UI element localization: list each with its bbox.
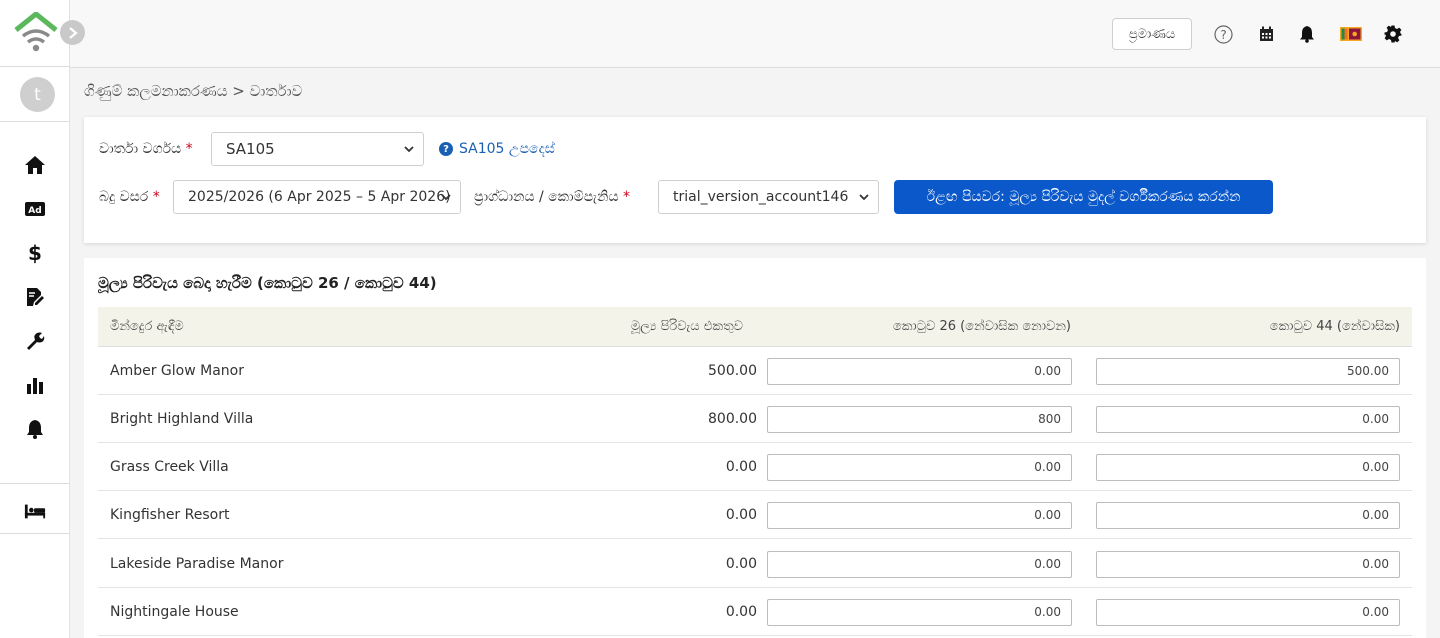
help-icon[interactable]: ?: [1213, 24, 1233, 44]
box26-input[interactable]: 0.00: [767, 358, 1072, 385]
tax-year-label-text: බදු වසර: [99, 189, 149, 205]
bell-icon[interactable]: [1297, 24, 1317, 44]
sidebar-divider: [0, 533, 70, 534]
sidebar-divider: [0, 483, 70, 484]
column-header-total: මූල්‍ය පිරිවැය එකතුව: [630, 319, 743, 334]
table-row: Grass Creek Villa 0.00 0.00 0.00: [98, 443, 1412, 491]
column-header-box44: කොටුව 44 (නේවාසික): [1269, 319, 1400, 334]
company-label-text: ප්‍රාග්ධානය / කොම්පැනිය: [474, 189, 619, 205]
report-type-select[interactable]: SA105: [211, 132, 424, 166]
chevron-down-icon: [441, 194, 451, 201]
total-finance-cost: 0.00: [725, 604, 757, 620]
bar-chart-icon[interactable]: [24, 374, 46, 396]
svg-text:?: ?: [1220, 28, 1226, 42]
box26-input[interactable]: 0.00: [767, 551, 1072, 578]
standard-button[interactable]: ප්‍රමාණය: [1112, 18, 1192, 50]
logo-icon[interactable]: [14, 12, 58, 54]
column-header-box26: කොටුව 26 (නේවාසික නොවන): [893, 319, 1071, 334]
table-header: මින්දෙුර ඇඳීම මූල්‍ය පිරිවැය එකතුව කොටුව…: [98, 307, 1412, 347]
filter-panel: වාර්තා වර්ගය * SA105 ? SA105 උපදෙස් බදු …: [84, 117, 1426, 243]
company-value: trial_version_account146: [673, 189, 849, 205]
report-type-value: SA105: [226, 140, 275, 158]
table-row: Lakeside Paradise Manor 0.00 0.00 0.00: [98, 540, 1412, 588]
box44-input[interactable]: 0.00: [1096, 406, 1400, 433]
property-name: Nightingale House: [110, 604, 239, 620]
sidebar-divider: [0, 66, 70, 67]
finance-cost-table-card: මූල්‍ය පිරිවැය බෙදා හැරීම (කොටුව 26 / කො…: [84, 258, 1426, 638]
svg-text:Ad: Ad: [28, 206, 41, 216]
sa105-help-link[interactable]: ? SA105 උපදෙස්: [439, 141, 555, 157]
total-finance-cost: 500.00: [708, 363, 757, 379]
flag-icon[interactable]: [1340, 24, 1362, 44]
top-bar: ප්‍රමාණය ?: [70, 0, 1440, 68]
table-title: මූල්‍ය පිරිවැය බෙදා හැරීම (කොටුව 26 / කො…: [98, 274, 437, 292]
property-name: Bright Highland Villa: [110, 411, 254, 427]
report-type-label-text: වාර්තා වර්ගය: [99, 141, 182, 157]
chevron-down-icon: [859, 194, 869, 201]
property-name: Grass Creek Villa: [110, 459, 229, 475]
company-select[interactable]: trial_version_account146: [658, 180, 879, 214]
box44-input[interactable]: 0.00: [1096, 454, 1400, 481]
wrench-icon[interactable]: [24, 330, 46, 352]
box44-input[interactable]: 0.00: [1096, 551, 1400, 578]
company-label: ප්‍රාග්ධානය / කොම්පැනිය *: [474, 189, 630, 205]
box26-input[interactable]: 0.00: [767, 454, 1072, 481]
tax-year-label: බදු වසර *: [99, 189, 160, 205]
total-finance-cost: 0.00: [725, 556, 757, 572]
table-row: Nightingale House 0.00 0.00 0.00: [98, 588, 1412, 636]
svg-text:$: $: [28, 242, 42, 264]
sidebar: t Ad $: [0, 0, 70, 638]
breadcrumb: ගිණුම් කලමනාකරණය > වාර්තාව: [84, 82, 303, 100]
avatar[interactable]: t: [20, 77, 55, 112]
table-row: Bright Highland Villa 800.00 800 0.00: [98, 395, 1412, 443]
home-icon[interactable]: [24, 154, 46, 176]
next-step-button[interactable]: ඊළඟ පියවර: මූල්‍ය පිරිවැය මුදල් වර්ගීකරණ…: [894, 180, 1273, 214]
sa105-help-text: SA105 උපදෙස්: [459, 141, 555, 157]
chevron-down-icon: [404, 146, 414, 153]
total-finance-cost: 800.00: [708, 411, 757, 427]
sidebar-collapse-button[interactable]: [60, 20, 85, 45]
box44-input[interactable]: 0.00: [1096, 599, 1400, 626]
property-name: Amber Glow Manor: [110, 363, 244, 379]
box44-input[interactable]: 0.00: [1096, 502, 1400, 529]
bell-icon[interactable]: [24, 418, 46, 440]
document-edit-icon[interactable]: [24, 286, 46, 308]
dollar-icon[interactable]: $: [24, 242, 46, 264]
table-row: Amber Glow Manor 500.00 0.00 500.00: [98, 347, 1412, 395]
property-name: Kingfisher Resort: [110, 507, 230, 523]
box26-input[interactable]: 0.00: [767, 502, 1072, 529]
box26-input[interactable]: 800: [767, 406, 1072, 433]
property-name: Lakeside Paradise Manor: [110, 556, 284, 572]
ad-icon[interactable]: Ad: [24, 198, 46, 220]
box26-input[interactable]: 0.00: [767, 599, 1072, 626]
bed-icon[interactable]: [24, 500, 46, 522]
column-header-property: මින්දෙුර ඇඳීම: [110, 319, 184, 334]
required-marker: *: [152, 189, 160, 205]
tax-year-value: 2025/2026 (6 Apr 2025 – 5 Apr 2026): [188, 189, 451, 205]
total-finance-cost: 0.00: [725, 459, 757, 475]
gear-icon[interactable]: [1383, 24, 1403, 44]
tax-year-select[interactable]: 2025/2026 (6 Apr 2025 – 5 Apr 2026): [173, 180, 461, 214]
table-row: Kingfisher Resort 0.00 0.00 0.00: [98, 491, 1412, 539]
sidebar-divider: [0, 121, 70, 122]
required-marker: *: [622, 189, 630, 205]
box44-input[interactable]: 500.00: [1096, 358, 1400, 385]
chevron-right-icon: [68, 26, 78, 39]
total-finance-cost: 0.00: [725, 507, 757, 523]
report-type-label: වාර්තා වර්ගය *: [99, 141, 193, 157]
calendar-icon[interactable]: [1256, 24, 1276, 44]
question-icon: ?: [439, 142, 453, 156]
required-marker: *: [185, 141, 193, 157]
